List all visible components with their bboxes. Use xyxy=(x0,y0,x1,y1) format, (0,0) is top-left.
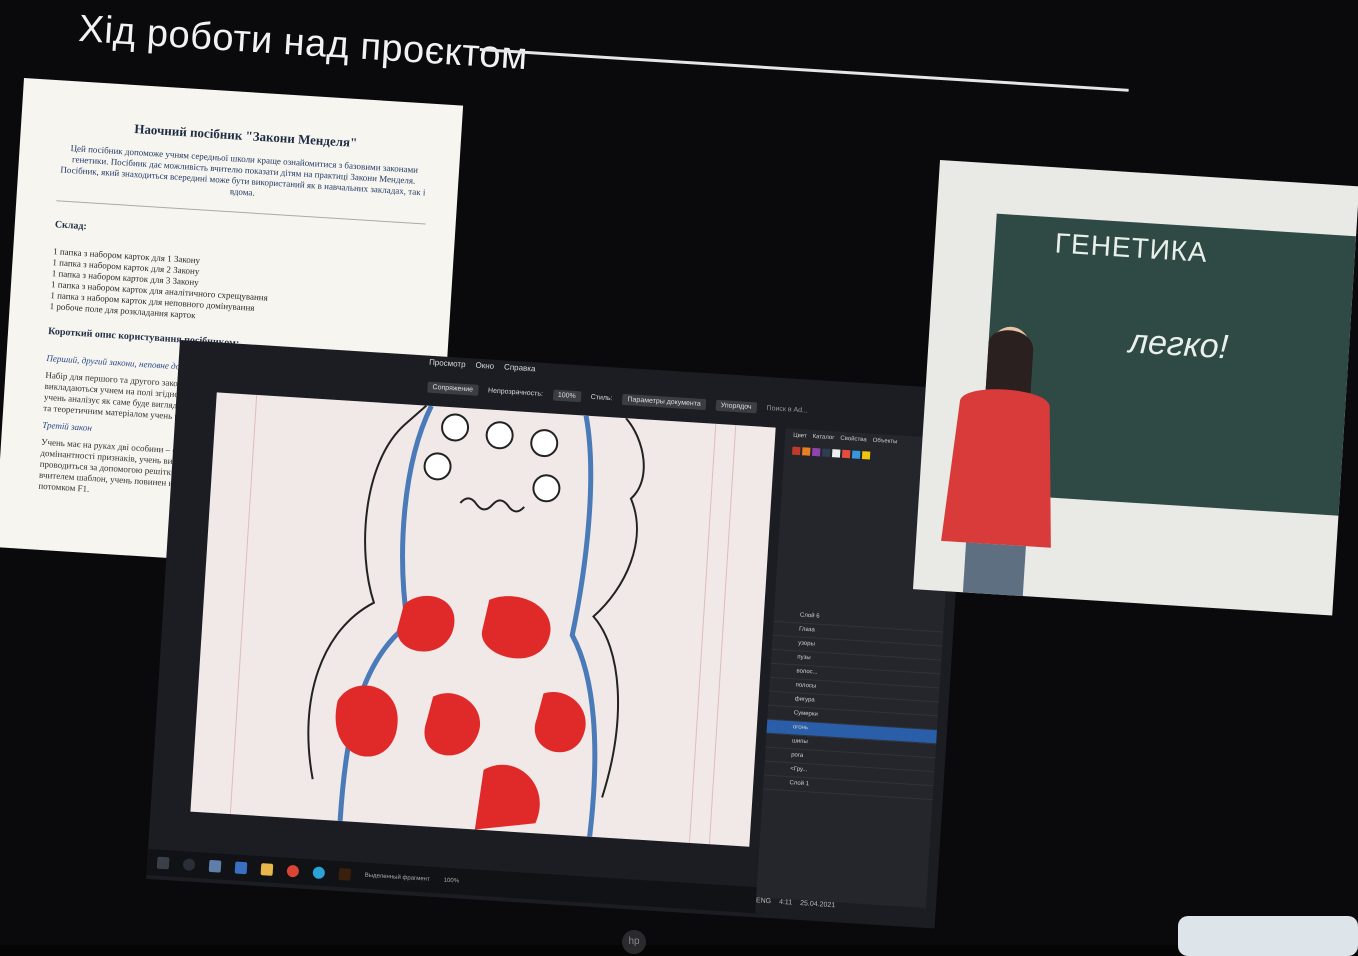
color-swatch[interactable] xyxy=(831,449,841,458)
arrange-button[interactable]: Упорядоч xyxy=(715,399,757,413)
windows-start-icon[interactable] xyxy=(156,856,170,870)
opacity-value[interactable]: 100% xyxy=(552,389,582,402)
presentation-slide: Хід роботи над проєктом Наочний посібник… xyxy=(0,0,1358,956)
corner-button[interactable] xyxy=(1178,916,1358,956)
chalkboard-word: легко! xyxy=(1127,322,1230,367)
color-swatch[interactable] xyxy=(792,446,801,456)
slide-title: Хід роботи над проєктом xyxy=(77,8,530,79)
color-swatch[interactable] xyxy=(841,449,851,459)
menu-item-window[interactable]: Окно xyxy=(475,361,494,378)
tab-catalog[interactable]: Каталог xyxy=(812,434,834,441)
telegram-icon[interactable] xyxy=(312,866,326,880)
menu-bar: Просмотр Окно Справка xyxy=(428,358,536,381)
color-swatch[interactable] xyxy=(821,448,831,458)
mail-icon[interactable] xyxy=(234,861,248,875)
search-icon[interactable] xyxy=(182,858,196,871)
style-label: Стиль: xyxy=(590,393,613,402)
store-icon[interactable] xyxy=(208,859,222,873)
clock-date: 25.04.2021 xyxy=(799,900,836,910)
blend-dropdown[interactable]: Сопряжение xyxy=(427,381,479,396)
language-indicator[interactable]: ENG xyxy=(756,897,772,905)
layers-list: Слой 6 Глаза узоры пузы волос... полосы фигура… xyxy=(762,607,945,801)
windows-taskbar: Выделенный фрагмент 100% xyxy=(146,848,757,914)
artboard-canvas[interactable] xyxy=(190,392,776,847)
tab-objects[interactable]: Объекты xyxy=(872,438,897,446)
zoom-level[interactable]: 100% xyxy=(443,878,459,885)
hp-logo-icon: hp xyxy=(622,930,646,954)
selection-status: Выделенный фрагмент xyxy=(364,872,430,883)
menu-item-view[interactable]: Просмотр xyxy=(428,358,466,376)
student-figure xyxy=(941,326,1051,616)
composition-list: 1 папка з набором карток для 1 Закону 1 … xyxy=(49,246,422,335)
document-settings-button[interactable]: Параметры документа xyxy=(622,393,707,410)
opacity-label: Непрозрачность: xyxy=(487,386,544,398)
drawing-app-window: Просмотр Окно Справка Сопряжение Непрозр… xyxy=(146,340,969,929)
chrome-icon[interactable] xyxy=(286,864,300,878)
clock-time: 4:11 xyxy=(778,898,793,907)
search-input[interactable]: Поиск в Ad... xyxy=(766,404,808,414)
tab-color[interactable]: Цвет xyxy=(793,433,807,440)
color-swatch[interactable] xyxy=(801,447,811,456)
document-intro: Цей посібник допоможе учням середньої шк… xyxy=(60,143,426,198)
menu-item-help[interactable]: Справка xyxy=(503,362,536,380)
creature-illustration xyxy=(229,394,737,845)
color-swatch[interactable] xyxy=(851,450,861,459)
folder-icon[interactable] xyxy=(260,863,274,876)
title-rule xyxy=(479,48,1129,92)
tab-properties[interactable]: Свойства xyxy=(840,436,867,444)
illustrator-icon[interactable] xyxy=(338,868,352,881)
color-swatch[interactable] xyxy=(861,451,871,460)
student-photo: ГЕНЕТИКА легко! xyxy=(913,160,1358,616)
composition-heading: Склад: xyxy=(54,219,88,233)
color-swatch[interactable] xyxy=(811,447,821,457)
